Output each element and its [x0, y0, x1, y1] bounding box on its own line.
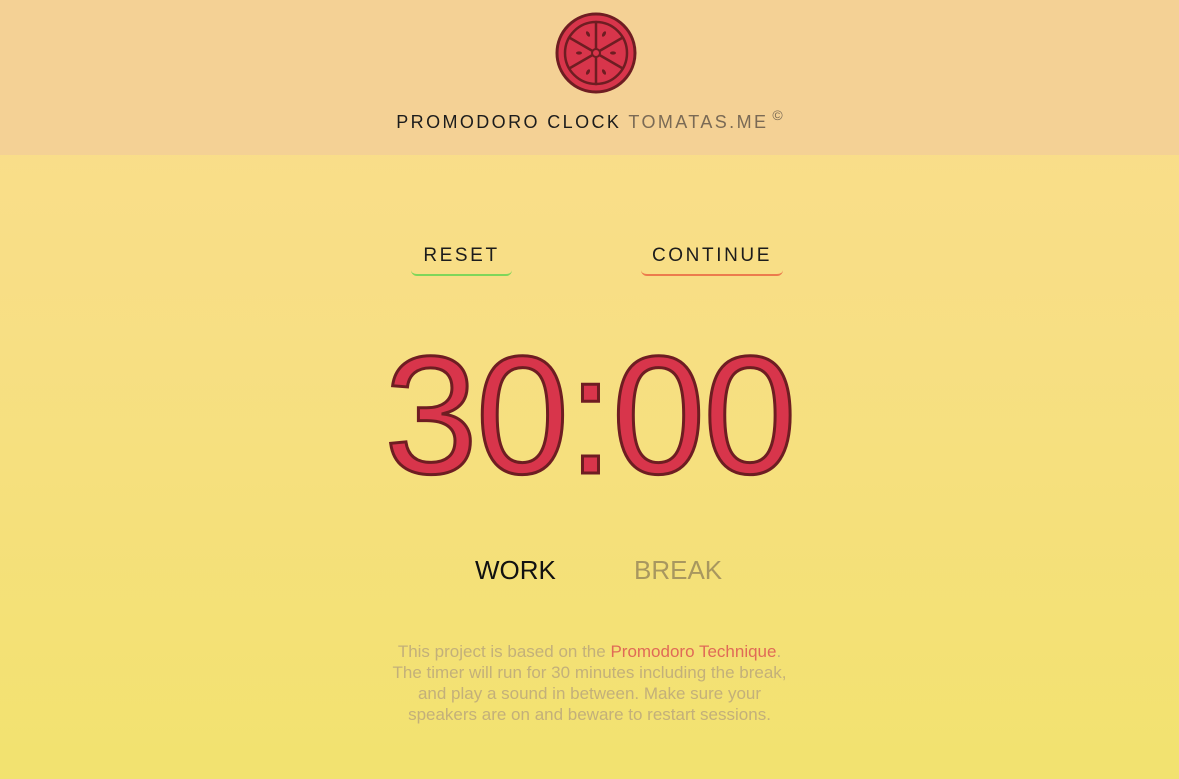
info-text: This project is based on the Promodoro T…: [0, 641, 1179, 725]
app-name: PROMODORO CLOCK: [396, 112, 622, 132]
info-line-1-suffix: .: [776, 642, 782, 661]
tomato-slice-icon: [555, 12, 637, 94]
header: PROMODORO CLOCK TOMATAS.ME ©: [0, 0, 1179, 155]
site-name[interactable]: TOMATAS.ME: [628, 112, 768, 132]
copyright-symbol: ©: [772, 107, 783, 123]
info-line-3: and play a sound in between. Make sure y…: [417, 684, 762, 703]
continue-button[interactable]: CONTINUE: [641, 238, 783, 276]
work-mode-tab[interactable]: WORK: [475, 555, 556, 586]
info-line-4: speakers are on and beware to restart se…: [408, 705, 771, 724]
site-title: PROMODORO CLOCK TOMATAS.ME ©: [0, 107, 1179, 133]
timer-display: 30:00: [383, 321, 798, 509]
reset-button[interactable]: RESET: [411, 238, 512, 276]
info-line-1-prefix: This project is based on the: [397, 642, 611, 661]
promodoro-technique-link[interactable]: Promodoro Technique: [610, 642, 776, 661]
break-mode-tab[interactable]: BREAK: [634, 555, 722, 586]
info-line-1: This project is based on the Promodoro T…: [0, 641, 1179, 662]
info-line-2: The timer will run for 30 minutes includ…: [392, 663, 787, 682]
